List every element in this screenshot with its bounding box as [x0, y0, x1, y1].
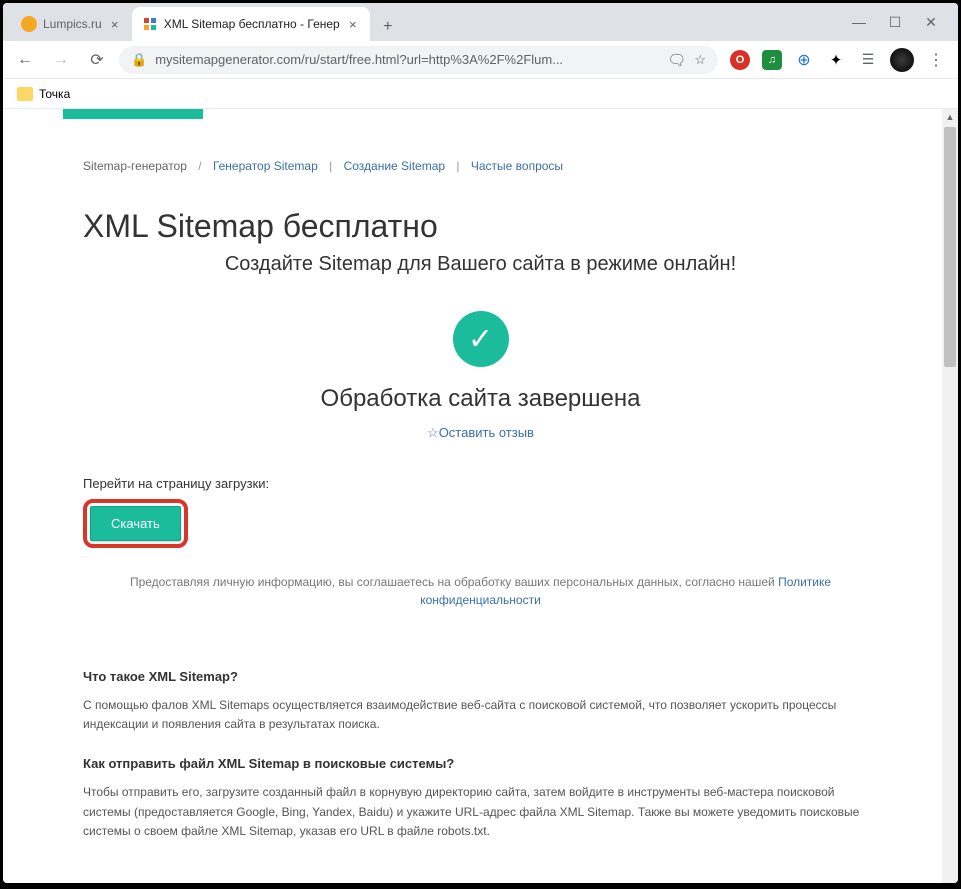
addressbar-row: ← → ⟳ 🔒 mysitemapgenerator.com/ru/start/…: [3, 41, 958, 79]
tab-title: XML Sitemap бесплатно - Генер: [164, 17, 340, 31]
faq2-text: Чтобы отправить его, загрузите созданный…: [83, 783, 878, 841]
maximize-button[interactable]: ☐: [886, 13, 904, 31]
translate-icon[interactable]: 🗨: [667, 51, 686, 69]
ext-globe-icon[interactable]: ⊕: [794, 50, 814, 70]
toolbar-icons: O ♫ ⊕ ✦ ☰ ⋮: [726, 48, 950, 72]
info-section: Что такое XML Sitemap? С помощью фалов X…: [83, 669, 878, 841]
address-bar[interactable]: 🔒 mysitemapgenerator.com/ru/start/free.h…: [119, 46, 718, 74]
minimize-button[interactable]: —: [850, 13, 868, 31]
scroll-up-icon[interactable]: ▲: [942, 109, 958, 125]
download-button[interactable]: Скачать: [90, 506, 181, 541]
breadcrumb-create[interactable]: Создание Sitemap: [344, 159, 445, 173]
close-icon[interactable]: ×: [346, 17, 360, 31]
profile-avatar[interactable]: [890, 48, 914, 72]
bookmark-item[interactable]: Точка: [39, 87, 70, 101]
window-controls: — ☐ ✕: [850, 13, 958, 41]
faq1-text: С помощью фалов XML Sitemaps осуществляе…: [83, 696, 878, 734]
download-highlight: Скачать: [83, 499, 188, 548]
tab-sitemap[interactable]: XML Sitemap бесплатно - Генер ×: [132, 7, 370, 41]
page-title: XML Sitemap бесплатно: [83, 208, 878, 245]
tab-title: Lumpics.ru: [43, 17, 102, 31]
folder-icon: [17, 87, 33, 101]
scrollbar-thumb[interactable]: [944, 127, 956, 367]
browser-window: Lumpics.ru × XML Sitemap бесплатно - Ген…: [3, 3, 958, 883]
breadcrumb-home: Sitemap-генератор: [83, 159, 187, 173]
close-icon[interactable]: ×: [108, 17, 122, 31]
ext-music-icon[interactable]: ♫: [762, 50, 782, 70]
tab-lumpics[interactable]: Lumpics.ru ×: [11, 7, 132, 41]
breadcrumb-generator[interactable]: Генератор Sitemap: [213, 159, 318, 173]
url-text: mysitemapgenerator.com/ru/start/free.htm…: [155, 52, 659, 67]
faq1-title: Что такое XML Sitemap?: [83, 669, 878, 684]
privacy-note: Предоставляя личную информацию, вы согла…: [83, 573, 878, 609]
menu-button[interactable]: ⋮: [926, 50, 946, 70]
star-icon: ☆: [427, 425, 439, 440]
download-label: Перейти на страницу загрузки:: [83, 476, 878, 491]
faq2-title: Как отправить файл XML Sitemap в поисков…: [83, 756, 878, 771]
new-tab-button[interactable]: +: [374, 13, 402, 41]
breadcrumb: Sitemap-генератор / Генератор Sitemap | …: [83, 159, 878, 173]
status-text: Обработка сайта завершена: [83, 385, 878, 413]
titlebar: Lumpics.ru × XML Sitemap бесплатно - Ген…: [3, 3, 958, 41]
reload-button[interactable]: ⟳: [83, 46, 111, 74]
page-content: ▲ Sitemap-генератор / Генератор Sitemap …: [3, 109, 958, 883]
success-icon: ✓: [453, 311, 509, 367]
bookmarks-bar: Точка: [3, 79, 958, 109]
bookmark-star-icon[interactable]: ☆: [694, 52, 706, 68]
logo-bar: [63, 109, 203, 119]
breadcrumb-faq[interactable]: Частые вопросы: [471, 159, 563, 173]
extensions-icon[interactable]: ✦: [826, 50, 846, 70]
ext-o-icon[interactable]: O: [730, 50, 750, 70]
scrollbar[interactable]: ▲: [942, 109, 958, 883]
favicon-lumpics: [21, 16, 37, 32]
close-button[interactable]: ✕: [922, 13, 940, 31]
review-link[interactable]: Оставить отзыв: [439, 425, 534, 440]
tabs-area: Lumpics.ru × XML Sitemap бесплатно - Ген…: [3, 7, 850, 41]
forward-button[interactable]: →: [47, 46, 75, 74]
page-subtitle: Создайте Sitemap для Вашего сайта в режи…: [83, 253, 878, 276]
lock-icon: 🔒: [131, 52, 147, 68]
reading-list-icon[interactable]: ☰: [858, 50, 878, 70]
back-button[interactable]: ←: [11, 46, 39, 74]
favicon-sitemap: [142, 16, 158, 32]
review-link-row: ☆Оставить отзыв: [83, 425, 878, 441]
